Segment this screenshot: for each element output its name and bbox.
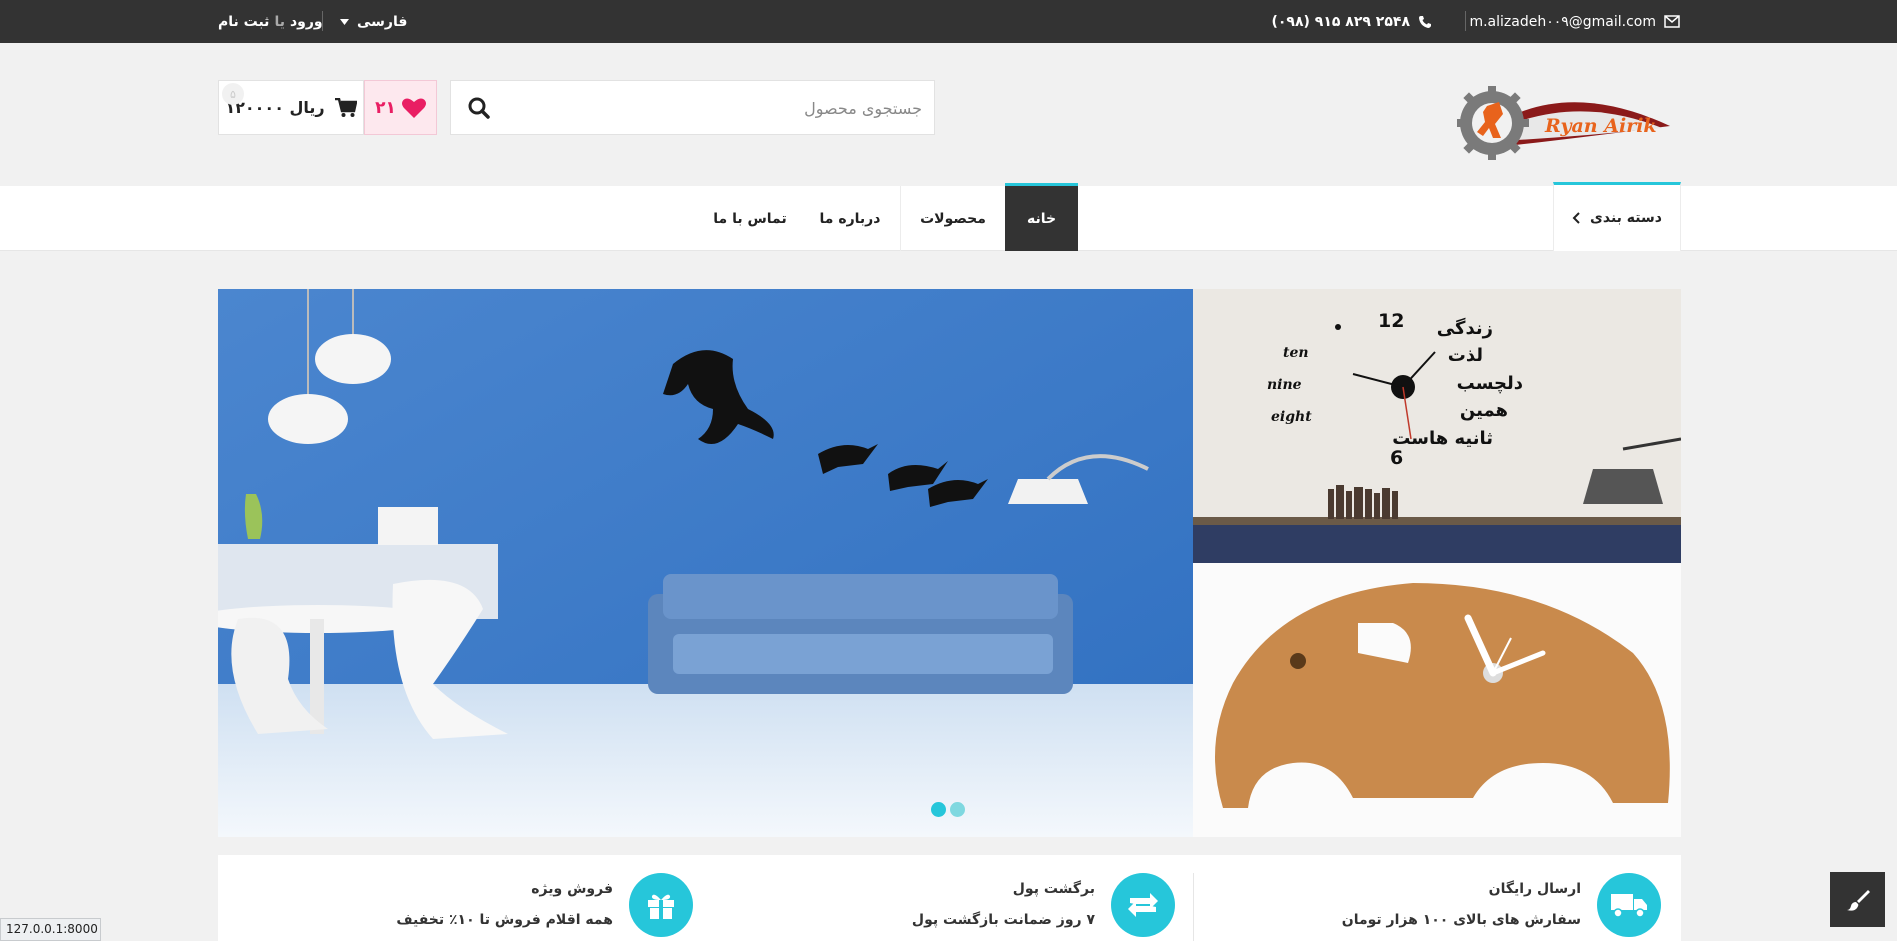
nav-item-label: تماس با ما (713, 210, 787, 227)
envelope-icon (1664, 15, 1680, 28)
nav-item-label: خانه (1026, 210, 1057, 227)
feature-title: ارسال رایگان (1488, 881, 1581, 897)
account-links: ورود یا ثبت نام (218, 0, 323, 43)
slider-dot[interactable] (950, 802, 965, 817)
logo-text: Ryan Airik (1544, 115, 1657, 137)
cart-badge: ۵ (222, 83, 244, 105)
caret-down-icon (340, 18, 349, 25)
phone-text: (۰۹۸) ۹۱۵ ۸۲۹ ۲۵۴۸ (1271, 13, 1410, 30)
banner-image (1193, 563, 1681, 837)
gift-icon (629, 873, 693, 937)
nav-item-products[interactable]: محصولات (900, 186, 1005, 251)
slider-dots (931, 802, 965, 817)
chevron-left-icon (1572, 212, 1580, 224)
main-slider[interactable] (218, 289, 1193, 837)
search-button[interactable] (459, 89, 499, 127)
cart-icon (334, 97, 357, 117)
feature-special-sale: فروش ویژه همه اقلام فروش تا ۱۰٪ تخفیف (218, 855, 693, 941)
feature-title: فروش ویژه (531, 881, 613, 897)
clock-word: nine (1267, 377, 1302, 393)
banner-clock-text[interactable]: 12 6 ten nine eight زندگی لذت دلچسب همین… (1193, 289, 1681, 563)
nav-item-about[interactable]: درباره ما (800, 186, 900, 251)
category-menu[interactable]: دسته بندی (1553, 182, 1681, 251)
header: Ryan Airik ۲۱ ۱۲۰۰۰۰ ریال ۵ (0, 43, 1897, 186)
wishlist-count: ۲۱ (375, 97, 396, 118)
search-input[interactable] (522, 89, 922, 127)
feature-title: برگشت پول (1012, 881, 1095, 897)
clock-persian-word: ثانیه هاست (1392, 428, 1493, 449)
clock-persian-word: دلچسب (1457, 373, 1523, 394)
login-link[interactable]: ورود (290, 14, 323, 30)
feature-desc: ۷ روز ضمانت بازگشت پول (911, 912, 1095, 928)
nav-item-home[interactable]: خانه (1005, 183, 1078, 251)
banner-elephant-clock[interactable] (1193, 563, 1681, 837)
search-icon (468, 97, 490, 119)
feature-money-back: برگشت پول ۷ روز ضمانت بازگشت پول (693, 855, 1193, 941)
phone-icon (1419, 15, 1431, 28)
feature-divider (1193, 873, 1194, 941)
topbar-divider (1465, 11, 1466, 31)
theme-customizer-button[interactable] (1830, 872, 1885, 927)
nav-item-contact[interactable]: تماس با ما (700, 186, 800, 251)
clock-persian-word: زندگی (1437, 317, 1493, 339)
site-logo[interactable]: Ryan Airik (1455, 78, 1677, 168)
features-strip: ارسال رایگان سفارش های بالای ۱۰۰ هزار تو… (218, 855, 1681, 941)
clock-word: ten (1283, 345, 1309, 361)
clock-word: eight (1271, 409, 1312, 425)
language-selector[interactable]: فارسی (340, 0, 407, 43)
slide-image (218, 289, 1193, 837)
main-nav: دسته بندی خانه محصولات درباره ما تماس با… (0, 182, 1897, 251)
top-bar: m.alizadeh۰۰۹@gmail.com (۰۹۸) ۹۱۵ ۸۲۹ ۲۵… (0, 0, 1897, 43)
feature-free-shipping: ارسال رایگان سفارش های بالای ۱۰۰ هزار تو… (1208, 855, 1681, 941)
phone-contact[interactable]: (۰۹۸) ۹۱۵ ۸۲۹ ۲۵۴۸ (1271, 0, 1432, 43)
wishlist-button[interactable]: ۲۱ (364, 80, 437, 135)
clock-persian-word: همین (1460, 400, 1508, 421)
feature-desc: همه اقلام فروش تا ۱۰٪ تخفیف (396, 912, 613, 928)
language-label: فارسی (357, 13, 408, 30)
clock-persian-word: لذت (1448, 345, 1483, 366)
truck-icon (1597, 873, 1661, 937)
nav-item-label: درباره ما (819, 210, 881, 227)
clock-number-6: 6 (1390, 447, 1403, 469)
email-text: m.alizadeh۰۰۹@gmail.com (1469, 13, 1656, 30)
browser-status-url: 127.0.0.1:8000 (0, 918, 101, 941)
email-contact[interactable]: m.alizadeh۰۰۹@gmail.com (1469, 0, 1680, 43)
logo-graphic: Ryan Airik (1455, 86, 1670, 160)
feature-desc: سفارش های بالای ۱۰۰ هزار تومان (1341, 912, 1581, 928)
clock-number-12: 12 (1378, 310, 1404, 332)
category-label: دسته بندی (1590, 210, 1662, 226)
search-box (450, 80, 935, 135)
banner-image: 12 6 ten nine eight زندگی لذت دلچسب همین… (1193, 289, 1681, 563)
paint-brush-icon (1846, 889, 1870, 911)
nav-item-label: محصولات (920, 210, 986, 227)
register-link[interactable]: ثبت نام (218, 14, 269, 30)
refresh-icon (1111, 873, 1175, 937)
heart-icon (401, 98, 426, 118)
or-text: یا (274, 13, 285, 30)
slider-dot[interactable] (931, 802, 946, 817)
